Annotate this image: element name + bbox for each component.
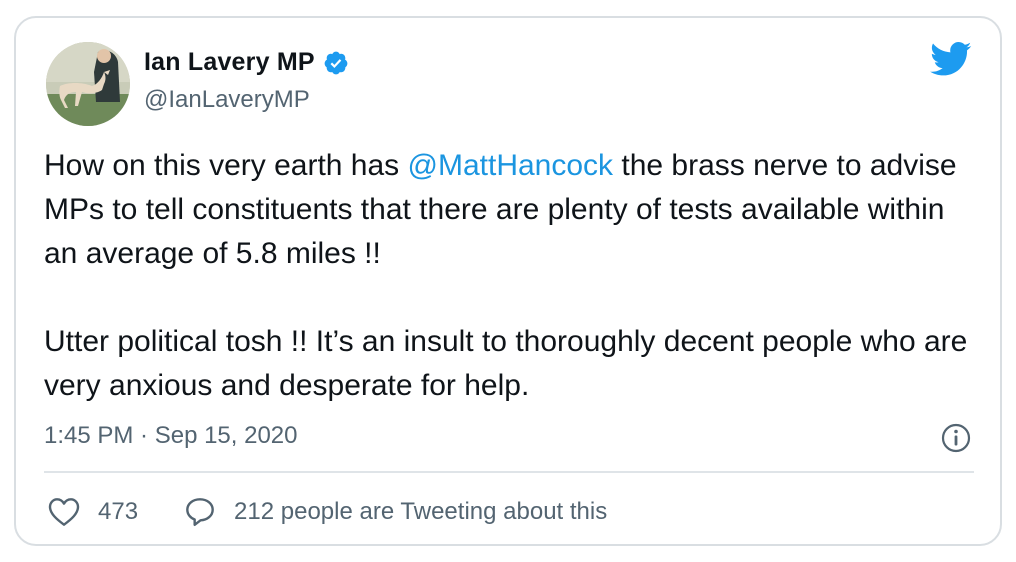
heart-icon: [48, 498, 80, 526]
author-handle[interactable]: @IanLaveryMP: [144, 86, 310, 114]
tweet-paragraph-1: How on this very earth has @MattHancock …: [44, 144, 974, 276]
greyhound-painting-avatar: [46, 42, 130, 126]
tweet-text-segment: How on this very earth has: [44, 149, 408, 182]
info-icon[interactable]: [940, 422, 972, 454]
like-count: 473: [98, 498, 139, 525]
speech-bubble-icon: [186, 498, 214, 526]
author-display-name[interactable]: Ian Lavery MP: [144, 48, 315, 77]
tweet-timestamp[interactable]: 1:45 PM · Sep 15, 2020: [44, 422, 298, 450]
mention-link[interactable]: @MattHancock: [408, 149, 614, 182]
verified-badge-icon: [323, 50, 349, 76]
tweet-paragraph-2: Utter political tosh !! It’s an insult t…: [44, 325, 968, 402]
tweet-card: Ian Lavery MP @IanLaveryMP How on this v…: [14, 16, 1002, 546]
author-name-row: Ian Lavery MP: [144, 48, 349, 77]
tweet-actions: 473 212 people are Tweeting about this: [48, 494, 607, 530]
twitter-bird-icon[interactable]: [930, 42, 972, 76]
like-button[interactable]: 473: [48, 497, 138, 527]
conversation-button[interactable]: 212 people are Tweeting about this: [184, 496, 607, 528]
divider: [44, 471, 974, 473]
conversation-label: 212 people are Tweeting about this: [234, 498, 608, 525]
tweet-text: How on this very earth has @MattHancock …: [44, 144, 974, 408]
avatar[interactable]: [46, 42, 130, 126]
